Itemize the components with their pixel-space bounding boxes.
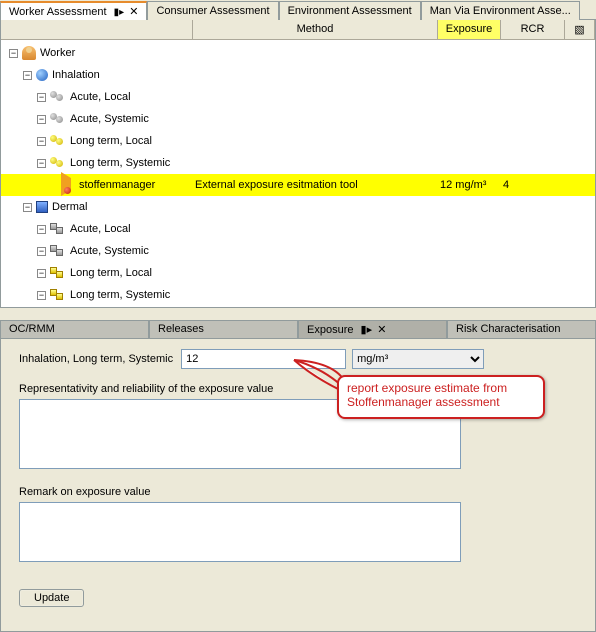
dermal-icon	[36, 201, 48, 213]
collapse-icon[interactable]: −	[23, 203, 32, 212]
collapse-icon[interactable]: −	[37, 225, 46, 234]
unit-select[interactable]: mg/m³	[352, 349, 484, 369]
exposure-type-icon	[50, 157, 66, 169]
collapse-icon[interactable]: −	[37, 247, 46, 256]
leaf-method: External exposure esitmation tool	[193, 179, 438, 191]
exposure-type-icon	[50, 245, 66, 257]
subtab-releases[interactable]: Releases	[149, 320, 298, 338]
tree-node-dermal[interactable]: − Dermal	[1, 196, 595, 218]
leaf-exposure: 12 mg/m³	[438, 179, 501, 191]
leaf-rcr: 4	[501, 179, 565, 191]
tree-node-longterm-local[interactable]: − Long term, Local	[1, 130, 595, 152]
sub-tab-bar: OC/RMM Releases Exposure ▮▸ ✕ Risk Chara…	[0, 320, 596, 338]
tab-worker-assessment[interactable]: Worker Assessment ▮▸ ✕	[0, 1, 147, 20]
tree-leaf-stoffenmanager[interactable]: stoffenmanager External exposure esitmat…	[1, 174, 595, 196]
worker-icon	[22, 46, 36, 60]
node-label: Acute, Systemic	[70, 245, 149, 257]
tab-label: Consumer Assessment	[156, 5, 269, 17]
collapse-icon[interactable]: −	[23, 71, 32, 80]
node-label: Worker	[40, 47, 75, 59]
tree-node-acute-systemic[interactable]: − Acute, Systemic	[1, 108, 595, 130]
tab-man-via-environment[interactable]: Man Via Environment Asse...	[421, 1, 580, 20]
tab-label: Man Via Environment Asse...	[430, 5, 571, 17]
tree-node-dermal-longterm-systemic[interactable]: − Long term, Systemic	[1, 284, 595, 306]
tree-node-dermal-acute-systemic[interactable]: − Acute, Systemic	[1, 240, 595, 262]
subtab-label: OC/RMM	[9, 323, 55, 335]
collapse-icon[interactable]: −	[37, 291, 46, 300]
close-icon[interactable]: ✕	[377, 324, 386, 336]
col-rcr[interactable]: RCR	[501, 20, 565, 39]
pin-icon[interactable]: ▮▸	[114, 7, 125, 18]
collapse-icon[interactable]: −	[37, 269, 46, 278]
close-icon[interactable]: ✕	[129, 6, 138, 18]
node-label: Long term, Local	[70, 267, 152, 279]
node-label: Acute, Local	[70, 91, 131, 103]
subtab-label: Risk Characterisation	[456, 323, 561, 335]
update-button[interactable]: Update	[19, 589, 84, 607]
subtab-oc-rmm[interactable]: OC/RMM	[0, 320, 149, 338]
route-label: Inhalation, Long term, Systemic	[19, 353, 173, 365]
exposure-type-icon	[50, 289, 66, 301]
exposure-type-icon	[50, 267, 66, 279]
subtab-label: Releases	[158, 323, 204, 335]
subtab-risk-characterisation[interactable]: Risk Characterisation	[447, 320, 596, 338]
subtab-label: Exposure	[307, 324, 353, 336]
tree-node-dermal-acute-local[interactable]: − Acute, Local	[1, 218, 595, 240]
node-label: Long term, Systemic	[70, 157, 170, 169]
tab-label: Worker Assessment	[9, 6, 107, 18]
node-label: Inhalation	[52, 69, 100, 81]
tab-environment-assessment[interactable]: Environment Assessment	[279, 1, 421, 20]
node-label: Dermal	[52, 201, 87, 213]
leaf-label: stoffenmanager	[79, 179, 155, 191]
collapse-icon[interactable]: −	[37, 137, 46, 146]
subtab-exposure[interactable]: Exposure ▮▸ ✕	[298, 320, 447, 338]
pin-icon[interactable]: ▮▸	[361, 324, 373, 336]
node-label: Long term, Local	[70, 135, 152, 147]
remark-textarea[interactable]	[19, 502, 461, 562]
collapse-icon[interactable]: −	[9, 49, 18, 58]
callout-text: report exposure estimate from Stoffenman…	[347, 381, 507, 409]
node-label: Long term, Systemic	[70, 289, 170, 301]
collapse-icon[interactable]: −	[37, 115, 46, 124]
tree-header: Method Exposure RCR ▧	[1, 20, 595, 40]
tab-label: Environment Assessment	[288, 5, 412, 17]
exposure-type-icon	[50, 113, 66, 125]
col-end-icon[interactable]: ▧	[565, 20, 595, 39]
tree-node-longterm-systemic[interactable]: − Long term, Systemic	[1, 152, 595, 174]
tab-consumer-assessment[interactable]: Consumer Assessment	[147, 1, 278, 20]
col-tree-spacer	[1, 20, 193, 39]
tree-node-dermal-longterm-local[interactable]: − Long term, Local	[1, 262, 595, 284]
node-label: Acute, Systemic	[70, 113, 149, 125]
top-tab-bar: Worker Assessment ▮▸ ✕ Consumer Assessme…	[0, 0, 596, 20]
annotation-callout: report exposure estimate from Stoffenman…	[337, 375, 545, 419]
tree-node-acute-local[interactable]: − Acute, Local	[1, 86, 595, 108]
assessment-tree-panel: Method Exposure RCR ▧ − Worker − Inhalat…	[0, 20, 596, 308]
tree-node-inhalation[interactable]: − Inhalation	[1, 64, 595, 86]
col-exposure[interactable]: Exposure	[438, 20, 501, 39]
exposure-type-icon	[50, 91, 66, 103]
tree-body: − Worker − Inhalation − Acute, Local −	[1, 40, 595, 308]
inhalation-icon	[36, 69, 48, 81]
tool-icon	[61, 178, 75, 192]
exposure-type-icon	[50, 135, 66, 147]
tree-node-worker[interactable]: − Worker	[1, 42, 595, 64]
remark-label: Remark on exposure value	[19, 486, 577, 498]
node-label: Acute, Local	[70, 223, 131, 235]
collapse-icon[interactable]: −	[37, 93, 46, 102]
col-method[interactable]: Method	[193, 20, 438, 39]
exposure-type-icon	[50, 223, 66, 235]
collapse-icon[interactable]: −	[37, 159, 46, 168]
